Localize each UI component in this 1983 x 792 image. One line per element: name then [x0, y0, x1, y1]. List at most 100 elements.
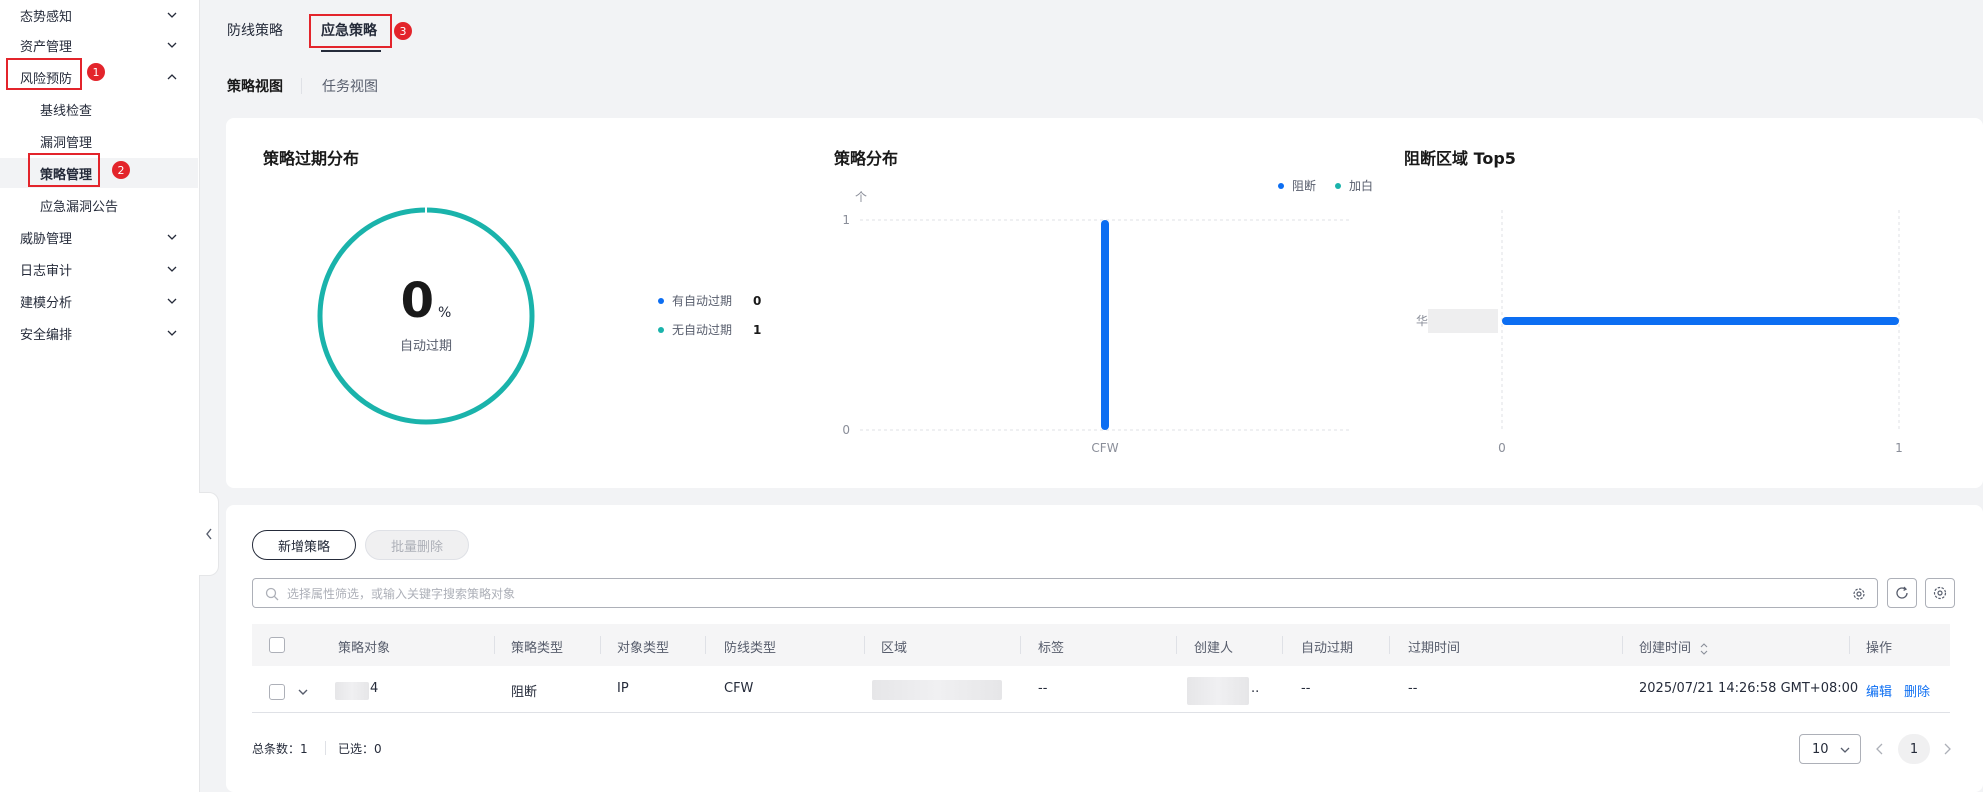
x-tick-label: 1 [1895, 441, 1903, 455]
search-input[interactable]: 选择属性筛选，或输入关键字搜索策略对象 [252, 578, 1878, 608]
sidebar-item-label: 威胁管理 [20, 231, 73, 247]
sidebar-item-situation[interactable]: 态势感知 [0, 0, 198, 30]
bar-阻断 [1101, 220, 1109, 430]
sidebar-item-log-audit[interactable]: 日志审计 [0, 254, 198, 284]
delete-link[interactable]: 删除 [1904, 681, 1930, 700]
cell-auto-expire: -- [1301, 681, 1311, 696]
column-header-expire-time: 过期时间 [1408, 641, 1461, 656]
cell-object-type: IP [617, 681, 629, 696]
tab-task-view[interactable]: 任务视图 [322, 76, 378, 96]
redacted-region [872, 680, 1002, 700]
column-header-actions: 操作 [1866, 641, 1893, 656]
sidebar-item-label: 资产管理 [20, 39, 73, 55]
donut-center-value: 0 [400, 273, 435, 329]
search-icon [265, 587, 279, 601]
sidebar-item-orchestration[interactable]: 安全编排 [0, 318, 198, 348]
sort-icon [1700, 642, 1708, 655]
x-tick-label: 0 [1498, 441, 1506, 455]
legend-item-no-auto-expire: 无自动过期 1 [658, 321, 761, 338]
page-number-current[interactable]: 1 [1898, 734, 1930, 764]
expiry-chart-title: 策略过期分布 [263, 149, 360, 168]
column-divider [1389, 636, 1390, 654]
gear-icon[interactable] [1851, 586, 1867, 602]
legend-dot [1335, 182, 1341, 189]
cell-created-at: 2025/07/21 14:26:58 GMT+08:00 [1639, 681, 1859, 696]
sidebar-item-emergency-vuln[interactable]: 应急漏洞公告 [0, 190, 198, 220]
active-tab-indicator [321, 50, 381, 52]
sidebar-item-label: 应急漏洞公告 [40, 199, 119, 215]
legend-item-block: 阻断 [1278, 177, 1316, 194]
column-divider [705, 636, 706, 654]
cell-tag: -- [1038, 681, 1048, 696]
chevron-down-icon [167, 234, 177, 240]
step-badge-1: 1 [87, 63, 105, 81]
cell-defense-type: CFW [724, 681, 754, 696]
column-divider [1622, 636, 1623, 654]
select-all-checkbox[interactable] [269, 637, 285, 653]
next-page-icon[interactable] [1940, 742, 1954, 756]
bar-block-region [1502, 317, 1899, 325]
column-divider [1282, 636, 1283, 654]
sidebar-item-vuln[interactable]: 漏洞管理 [0, 126, 198, 156]
chevron-down-icon [1840, 747, 1850, 753]
selected-count: 已选：0 [338, 740, 382, 757]
y-tick-label: 1 [842, 213, 850, 227]
highlight-box-policy-mgmt [28, 153, 100, 187]
tab-policy-view[interactable]: 策略视图 [227, 76, 283, 96]
donut-center-unit: % [438, 305, 452, 321]
donut-center-label: 自动过期 [399, 339, 452, 354]
cell-expire-time: -- [1408, 681, 1418, 696]
sidebar-item-assets[interactable]: 资产管理 [0, 30, 198, 60]
prev-page-icon[interactable] [1873, 742, 1887, 756]
sidebar-item-label: 安全编排 [20, 327, 73, 343]
x-tick-label: CFW [1091, 441, 1118, 455]
legend-dot [1278, 182, 1284, 189]
y-tick-label: 0 [842, 423, 850, 437]
cell-object: 4 [370, 681, 379, 696]
table-settings-button[interactable] [1925, 578, 1955, 608]
refresh-button[interactable] [1887, 578, 1917, 608]
step-badge-3: 3 [394, 22, 412, 40]
sidebar-item-baseline[interactable]: 基线检查 [0, 94, 198, 124]
column-header-region: 区域 [881, 641, 908, 656]
search-placeholder: 选择属性筛选，或输入关键字搜索策略对象 [287, 586, 516, 601]
y-tick-label: 华 [1416, 314, 1428, 328]
column-header-policy-type: 策略类型 [511, 641, 564, 656]
column-header-defense-type: 防线类型 [724, 641, 777, 656]
column-divider [600, 636, 601, 654]
total-label: 总条数： [252, 742, 301, 756]
highlight-box-risk-prevention [6, 58, 82, 90]
legend-label: 无自动过期 [672, 323, 733, 337]
chevron-down-icon [167, 330, 177, 336]
add-policy-button[interactable]: 新增策略 [252, 530, 356, 560]
sidebar-item-threat[interactable]: 威胁管理 [0, 222, 198, 252]
sidebar-item-label: 日志审计 [20, 263, 73, 279]
sidebar-item-modeling[interactable]: 建模分析 [0, 286, 198, 316]
donut-center: 0% [385, 273, 467, 329]
column-divider [1020, 636, 1021, 654]
legend-dot [658, 326, 664, 333]
legend-label: 阻断 [1292, 179, 1317, 193]
redacted-creator [1187, 677, 1249, 705]
page-size-select[interactable]: 10 [1799, 734, 1861, 764]
row-divider [252, 712, 1950, 713]
distribution-bar-chart: 0 1 CFW [842, 213, 1350, 455]
selected-value: 0 [374, 742, 382, 756]
column-header-tag: 标签 [1038, 641, 1065, 656]
sidebar-collapse-handle[interactable] [199, 492, 219, 576]
tab-defense-policy[interactable]: 防线策略 [227, 20, 283, 40]
tab-emergency-policy[interactable]: 应急策略 [321, 20, 377, 40]
sidebar-item-label: 基线检查 [40, 103, 93, 119]
batch-delete-button[interactable]: 批量删除 [365, 530, 469, 560]
column-header-created-at[interactable]: 创建时间 [1639, 637, 1709, 656]
chevron-down-icon [167, 298, 177, 304]
distribution-chart-title: 策略分布 [834, 149, 899, 168]
edit-link[interactable]: 编辑 [1866, 681, 1892, 700]
total-count: 总条数：1 [252, 740, 308, 757]
column-divider [864, 636, 865, 654]
column-divider [1849, 636, 1850, 654]
table-header: 策略对象 策略类型 对象类型 防线类型 区域 标签 创建人 自动过期 过期时间 … [252, 624, 1950, 666]
expand-row-icon[interactable] [296, 685, 310, 699]
legend-label: 加白 [1349, 179, 1374, 193]
row-checkbox[interactable] [269, 684, 285, 700]
